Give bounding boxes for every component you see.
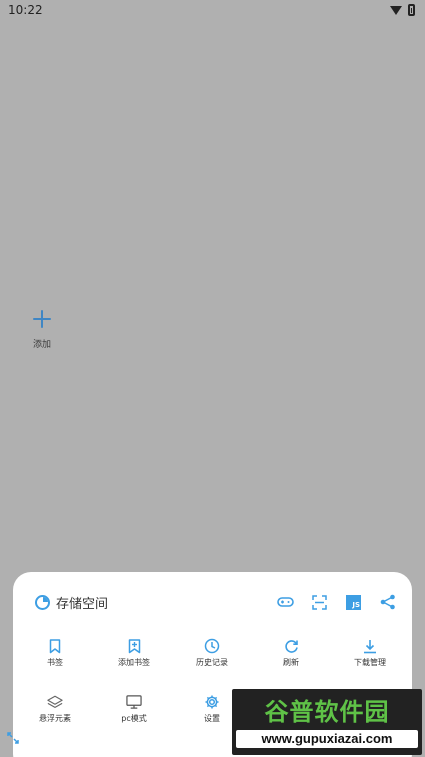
download-icon (362, 638, 378, 654)
gear-icon (204, 694, 220, 710)
history-label: 历史记录 (196, 658, 228, 667)
download-manager-label: 下载管理 (354, 658, 386, 667)
wifi-icon (390, 5, 402, 15)
expand-icon[interactable] (6, 730, 20, 744)
bookmark-icon (47, 638, 63, 654)
js-badge-text: JS (346, 594, 361, 610)
storage-pie-icon (35, 594, 50, 610)
scan-icon[interactable] (311, 594, 328, 611)
layers-icon (47, 694, 63, 710)
header-icon-group: JS (277, 594, 396, 611)
watermark-title: 谷普软件园 (264, 697, 390, 726)
sheet-header: 存储空间 JS (35, 592, 396, 612)
add-bookmark-icon (126, 638, 142, 654)
status-icons (390, 4, 415, 16)
storage-button[interactable]: 存储空间 (35, 593, 108, 612)
refresh-button[interactable]: 刷新 (261, 638, 321, 668)
settings-label: 设置 (204, 714, 220, 723)
add-shortcut-button[interactable]: 添加 (24, 310, 60, 352)
refresh-label: 刷新 (283, 658, 299, 667)
status-time: 10:22 (8, 3, 43, 17)
storage-title: 存储空间 (56, 596, 109, 612)
watermark-logo: 谷普软件园 www.gupuxiazai.com (232, 689, 422, 755)
monitor-icon (126, 694, 142, 710)
download-manager-button[interactable]: 下载管理 (340, 638, 400, 668)
status-bar: 10:22 (0, 0, 425, 20)
refresh-icon (283, 638, 299, 654)
floating-elements-button[interactable]: 悬浮元素 (25, 694, 85, 724)
add-bookmark-label: 添加书签 (118, 658, 150, 667)
pc-mode-label: pc模式 (121, 714, 147, 723)
plus-icon (33, 310, 51, 328)
gamepad-icon[interactable] (277, 594, 294, 611)
bookmarks-button[interactable]: 书签 (25, 638, 85, 668)
history-button[interactable]: 历史记录 (182, 638, 242, 668)
bookmarks-label: 书签 (47, 658, 63, 667)
js-icon[interactable]: JS (345, 594, 362, 611)
history-icon (204, 638, 220, 654)
floating-elements-label: 悬浮元素 (39, 714, 71, 723)
share-icon[interactable] (379, 594, 396, 611)
watermark-url: www.gupuxiazai.com (236, 729, 418, 748)
battery-icon (408, 4, 415, 16)
menu-row-1: 书签 添加书签 历史记录 刷新 下载管理 (13, 638, 412, 668)
pc-mode-button[interactable]: pc模式 (104, 694, 164, 724)
add-shortcut-label: 添加 (32, 340, 51, 350)
add-bookmark-button[interactable]: 添加书签 (104, 638, 164, 668)
